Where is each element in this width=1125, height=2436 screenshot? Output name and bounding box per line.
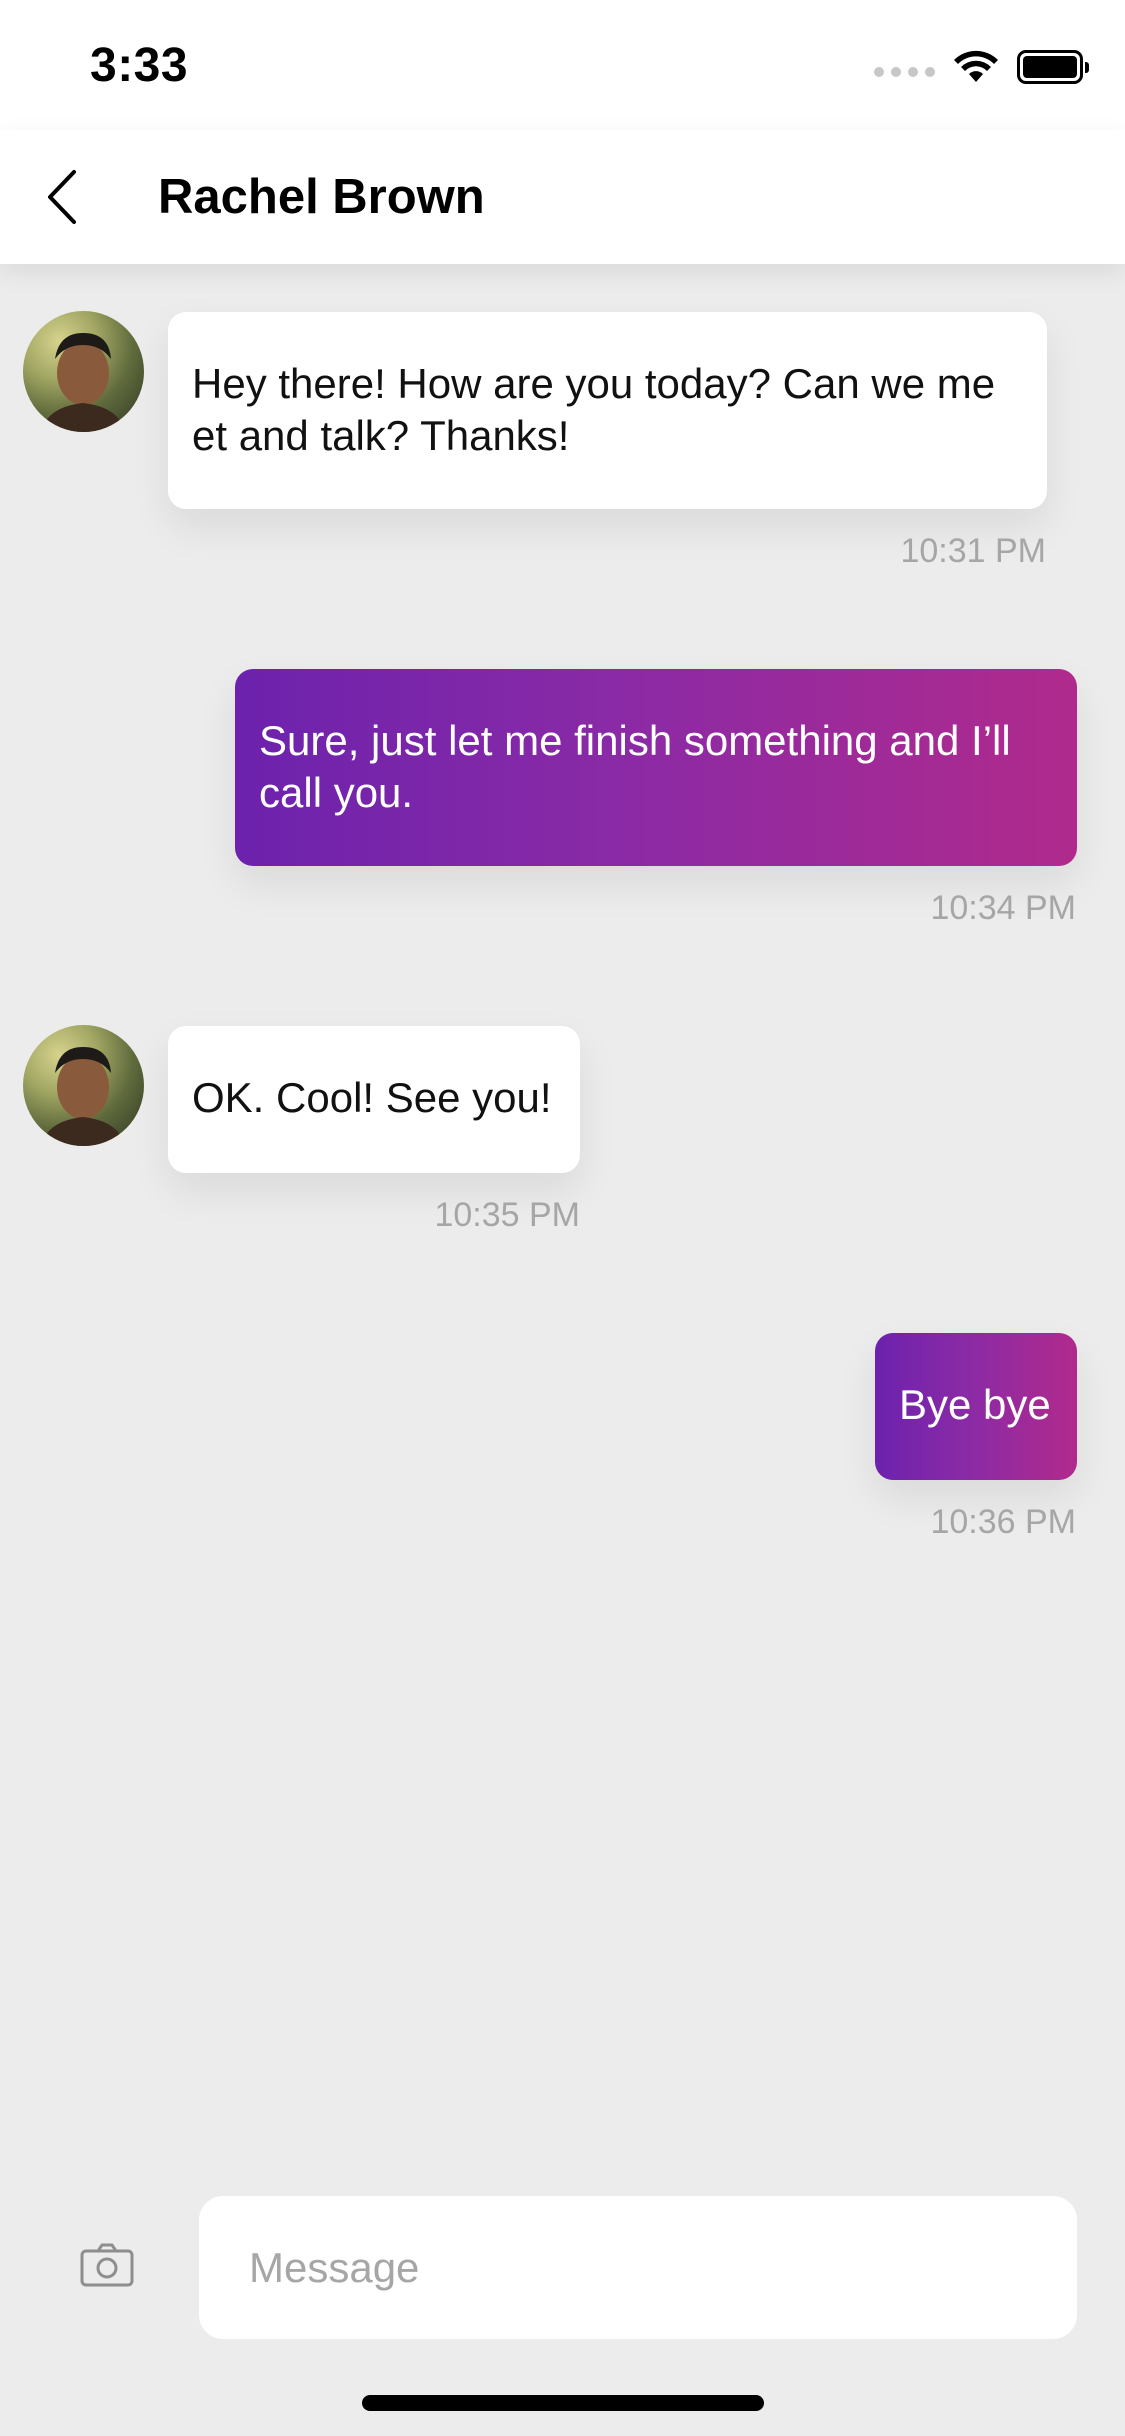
message-timestamp: 10:34 PM: [930, 889, 1076, 927]
back-button[interactable]: [40, 164, 90, 230]
avatar[interactable]: [23, 1025, 144, 1146]
camera-icon: [80, 2243, 134, 2287]
message-input[interactable]: [199, 2196, 1077, 2339]
battery-icon: [1017, 50, 1089, 84]
wifi-icon: [954, 50, 998, 82]
status-time: 3:33: [90, 39, 189, 92]
message-bubble-outgoing[interactable]: Sure, just let me finish something and I…: [235, 669, 1077, 866]
nav-bar: Rachel Brown: [0, 130, 1125, 264]
status-bar: 3:33: [0, 0, 1125, 130]
signal-icon: [874, 67, 935, 77]
message-bubble-incoming[interactable]: Hey there! How are you today? Can we me …: [168, 312, 1047, 509]
avatar-image: [41, 333, 125, 432]
message-timestamp: 10:31 PM: [900, 532, 1046, 570]
camera-button[interactable]: [80, 2243, 134, 2287]
message-bubble-incoming[interactable]: OK. Cool! See you!: [168, 1026, 580, 1173]
message-timestamp: 10:35 PM: [434, 1196, 580, 1234]
avatar[interactable]: [23, 311, 144, 432]
chevron-left-icon: [48, 170, 76, 224]
avatar-image: [41, 1047, 125, 1146]
chat-screen: 3:33 Rachel Brown Hey there! How are you…: [0, 0, 1125, 2436]
message-timestamp: 10:36 PM: [930, 1503, 1076, 1541]
message-bubble-outgoing[interactable]: Bye bye: [875, 1333, 1077, 1480]
home-indicator[interactable]: [362, 2395, 764, 2411]
contact-name: Rachel Brown: [158, 170, 485, 224]
status-icons: [874, 50, 1089, 84]
